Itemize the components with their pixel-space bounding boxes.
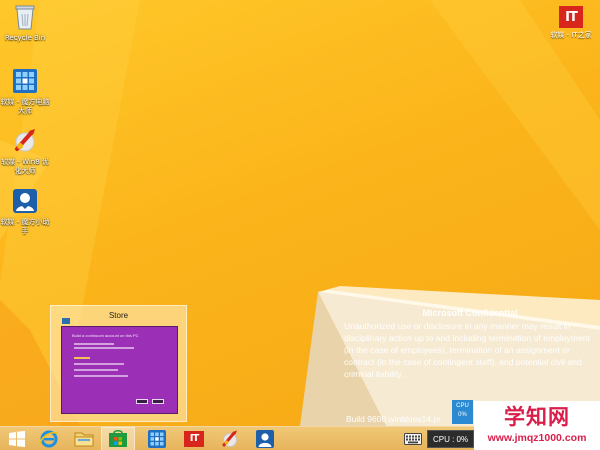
win8-optimizer-icon — [10, 126, 40, 156]
file-explorer-icon — [74, 432, 94, 447]
win8-optimizer-icon — [222, 430, 237, 447]
desktop-icon-win8-optimizer[interactable]: 软媒 - Win8 优化大师 — [0, 126, 50, 176]
desktop-icon-label: 软媒 - 魔方电脑大师 — [0, 98, 50, 115]
desktop-icon-recycle-bin[interactable]: Recycle Bin — [0, 2, 50, 43]
thumbnail-title: Store — [108, 311, 129, 320]
desktop-icon-label: 软媒 - 魔方小助手 — [0, 218, 50, 235]
thumbnail-button — [152, 399, 164, 404]
site-watermark: 学知网 www.jmqz1000.com — [474, 401, 600, 450]
taskbar-store-button[interactable] — [101, 427, 135, 450]
taskbar-ithome-button[interactable]: IT — [177, 427, 211, 450]
thumbnail-window-heading: Build a continuum account on this PC — [72, 333, 139, 338]
cpu-gadget[interactable]: CPU 0% — [452, 400, 473, 424]
thumbnail-window-image: Build a continuum account on this PC — [61, 326, 178, 414]
site-watermark-title: 学知网 — [504, 405, 570, 429]
ithome-icon: IT — [559, 6, 583, 28]
tray-cpu-meter[interactable]: CPU : 0% — [427, 430, 475, 448]
site-watermark-url: www.jmqz1000.com — [487, 432, 587, 444]
watermark-body: Unauthorized use or disclosure in any ma… — [344, 321, 591, 379]
taskbar-explorer-button[interactable] — [67, 427, 101, 450]
ithome-desktop-shortcut[interactable]: IT 软媒 - IT之家 — [544, 6, 598, 40]
desktop-icon-label: 软媒 - Win8 优化大师 — [1, 158, 49, 175]
user-helper-icon — [256, 430, 274, 448]
user-helper-icon — [10, 186, 40, 216]
store-icon — [109, 430, 127, 447]
thumbnail-line — [74, 369, 118, 371]
desktop-icon-magic-cube-optimizer[interactable]: 软媒 - 魔方电脑大师 — [0, 66, 50, 116]
ithome-icon: IT — [184, 431, 204, 447]
magic-cube-icon — [10, 66, 40, 96]
recycle-bin-icon — [10, 2, 40, 32]
keyboard-icon[interactable] — [404, 433, 422, 445]
desktop-icon-label: Recycle Bin — [4, 34, 46, 42]
taskbar-magic-cube-button[interactable] — [140, 427, 174, 450]
magic-cube-icon — [148, 430, 166, 448]
start-button[interactable] — [0, 427, 34, 450]
thumbnail-line — [74, 343, 114, 345]
cpu-gadget-label: CPU — [456, 403, 469, 409]
thumbnail-line — [74, 347, 134, 349]
confidential-watermark: Microsoft Confidential Unauthorized use … — [344, 307, 596, 380]
thumbnail-line — [74, 363, 124, 365]
taskbar-thumbnail-preview[interactable]: Store Build a continuum account on this … — [50, 305, 187, 422]
thumbnail-button — [136, 399, 148, 404]
internet-explorer-icon — [39, 430, 58, 448]
thumbnail-line — [74, 375, 128, 377]
desktop[interactable]: Recycle Bin 软媒 - 魔方电脑大师 软媒 - Win8 优化大师 软… — [0, 0, 600, 426]
taskbar-helper-button[interactable] — [248, 427, 282, 450]
cpu-gadget-value: 0% — [458, 412, 467, 418]
desktop-icon-label: 软媒 - IT之家 — [550, 31, 592, 39]
taskbar-ie-button[interactable] — [32, 427, 66, 450]
watermark-title: Microsoft Confidential — [422, 308, 518, 318]
thumbnail-line — [74, 357, 90, 359]
taskbar-win8-optimizer-button[interactable] — [213, 427, 247, 450]
windows-start-icon — [9, 431, 25, 447]
desktop-icon-magic-cube-helper[interactable]: 软媒 - 魔方小助手 — [0, 186, 50, 236]
build-string: Build 9600.winblues14.pr — [346, 414, 441, 424]
